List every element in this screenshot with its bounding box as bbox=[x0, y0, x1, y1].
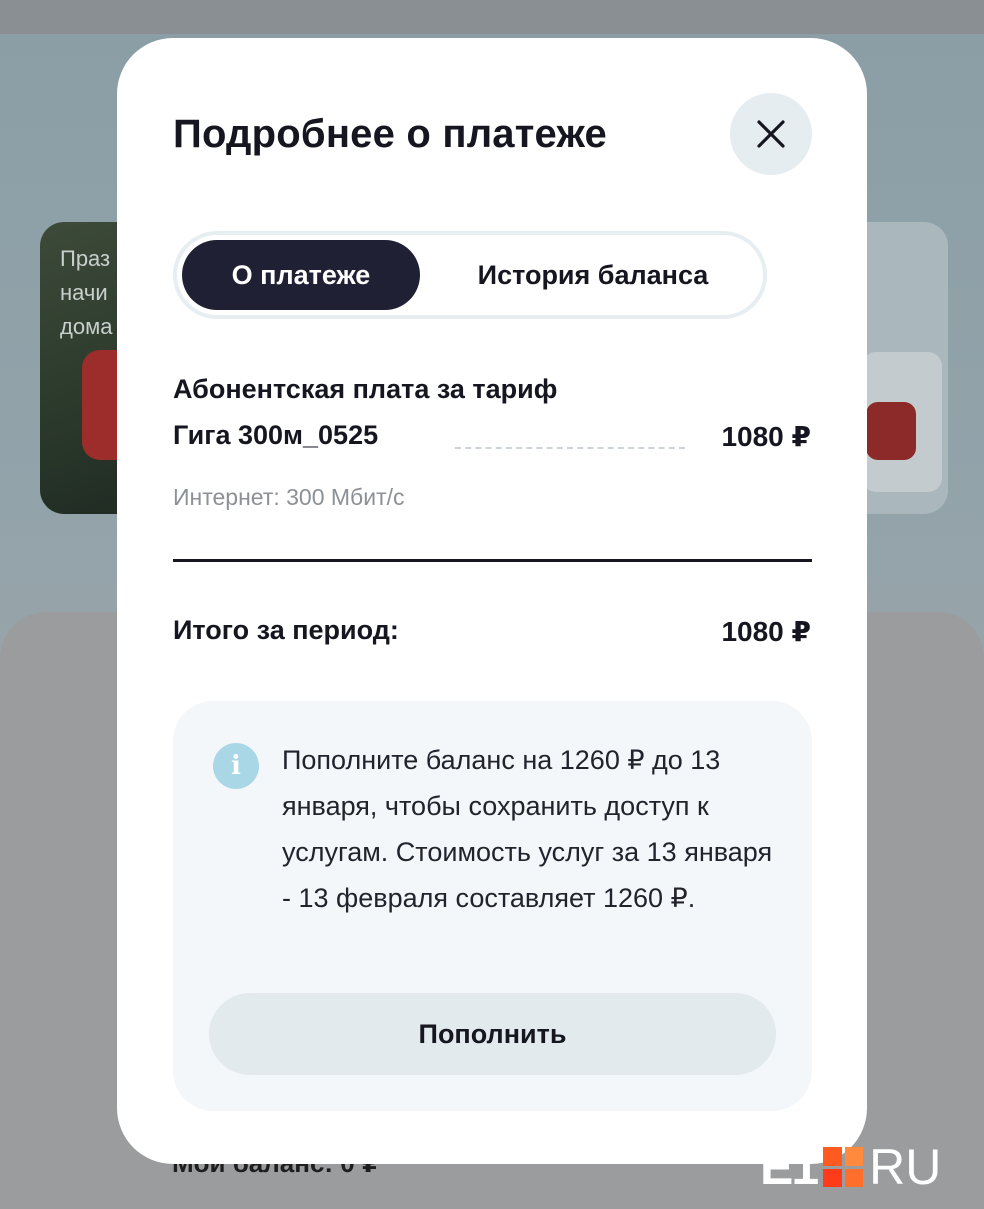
charge-name-line1: Абонентская плата за тариф bbox=[173, 374, 558, 404]
charge-amount: 1080 ₽ bbox=[721, 421, 811, 452]
charge-name-line2: Гига 300м_0525 bbox=[173, 420, 379, 450]
tab-balance-history[interactable]: История баланса bbox=[427, 240, 759, 310]
tab-bar: О платеже История баланса bbox=[173, 231, 767, 319]
divider bbox=[173, 559, 812, 562]
total-label: Итого за период: bbox=[173, 615, 399, 645]
topup-info-card: i Пополните баланс на 1260 ₽ до 13 январ… bbox=[173, 701, 812, 1111]
close-button[interactable] bbox=[730, 93, 812, 175]
topup-button[interactable]: Пополнить bbox=[209, 993, 776, 1075]
tab-payment[interactable]: О платеже bbox=[182, 240, 420, 310]
watermark-squares-icon bbox=[823, 1147, 864, 1187]
close-icon bbox=[757, 120, 785, 148]
info-icon: i bbox=[213, 743, 259, 789]
modal-title: Подробнее о платеже bbox=[173, 112, 607, 156]
watermark-brand-left: E1 bbox=[760, 1139, 819, 1195]
charge-description: Интернет: 300 Мбит/с bbox=[173, 484, 405, 510]
watermark-brand-right: RU bbox=[869, 1139, 942, 1195]
total-amount: 1080 ₽ bbox=[721, 616, 811, 647]
calendar-badge bbox=[866, 402, 916, 460]
promo-card-text: Праз начи дома bbox=[60, 246, 113, 339]
dotted-leader bbox=[455, 447, 685, 449]
status-bar-area bbox=[0, 0, 984, 34]
e1-watermark-logo: E1 RU bbox=[760, 1139, 942, 1195]
payment-details-modal: Подробнее о платеже О платеже История ба… bbox=[117, 38, 867, 1164]
topup-info-text: Пополните баланс на 1260 ₽ до 13 января,… bbox=[282, 745, 773, 913]
